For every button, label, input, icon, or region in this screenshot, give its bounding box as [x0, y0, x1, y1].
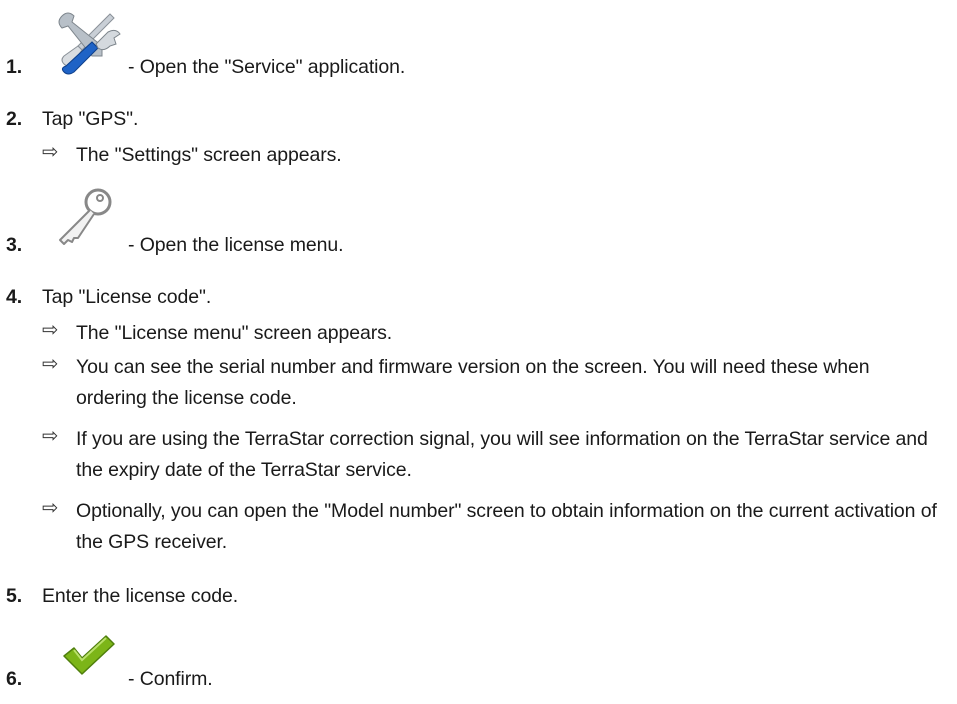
step-4-result-4: ⇨ Optionally, you can open the "Model nu… [42, 496, 944, 557]
step-2-result: ⇨ The "Settings" screen appears. [42, 140, 944, 171]
step-4-number: 4. [6, 286, 23, 308]
step-3-number: 3. [6, 234, 23, 256]
step-4-result-4-text: Optionally, you can open the "Model numb… [76, 500, 937, 553]
step-3-text: - Open the license menu. [128, 234, 344, 256]
step-5-text: Enter the license code. [42, 585, 239, 607]
instruction-document: 1. - Open the "Service" application. 2. … [0, 0, 957, 704]
step-4-result-2-text: You can see the serial number and firmwa… [76, 356, 870, 409]
step-2-result-text: The "Settings" screen appears. [76, 144, 342, 166]
step-6-text: - Confirm. [128, 668, 213, 690]
result-arrow-icon: ⇨ [42, 353, 59, 375]
step-6-number: 6. [6, 668, 23, 690]
step-4-result-1-text: The "License menu" screen appears. [76, 322, 393, 344]
step-4-text: Tap "License code". [42, 286, 212, 308]
step-4-result-3-text: If you are using the TerraStar correctio… [76, 428, 928, 481]
step-2-text: Tap "GPS". [42, 108, 139, 130]
result-arrow-icon: ⇨ [42, 425, 59, 447]
result-arrow-icon: ⇨ [42, 319, 59, 341]
step-4-result-1: ⇨ The "License menu" screen appears. [42, 318, 944, 349]
result-arrow-icon: ⇨ [42, 497, 59, 519]
step-4-result-3: ⇨ If you are using the TerraStar correct… [42, 424, 944, 485]
service-tools-icon [52, 6, 122, 76]
checkmark-icon [60, 632, 116, 676]
key-icon [54, 186, 114, 246]
result-arrow-icon: ⇨ [42, 141, 59, 163]
step-1-text: - Open the "Service" application. [128, 56, 406, 78]
step-2-number: 2. [6, 108, 23, 130]
step-1-number: 1. [6, 56, 23, 78]
step-4-result-2: ⇨ You can see the serial number and firm… [42, 352, 944, 413]
step-5-number: 5. [6, 585, 23, 607]
